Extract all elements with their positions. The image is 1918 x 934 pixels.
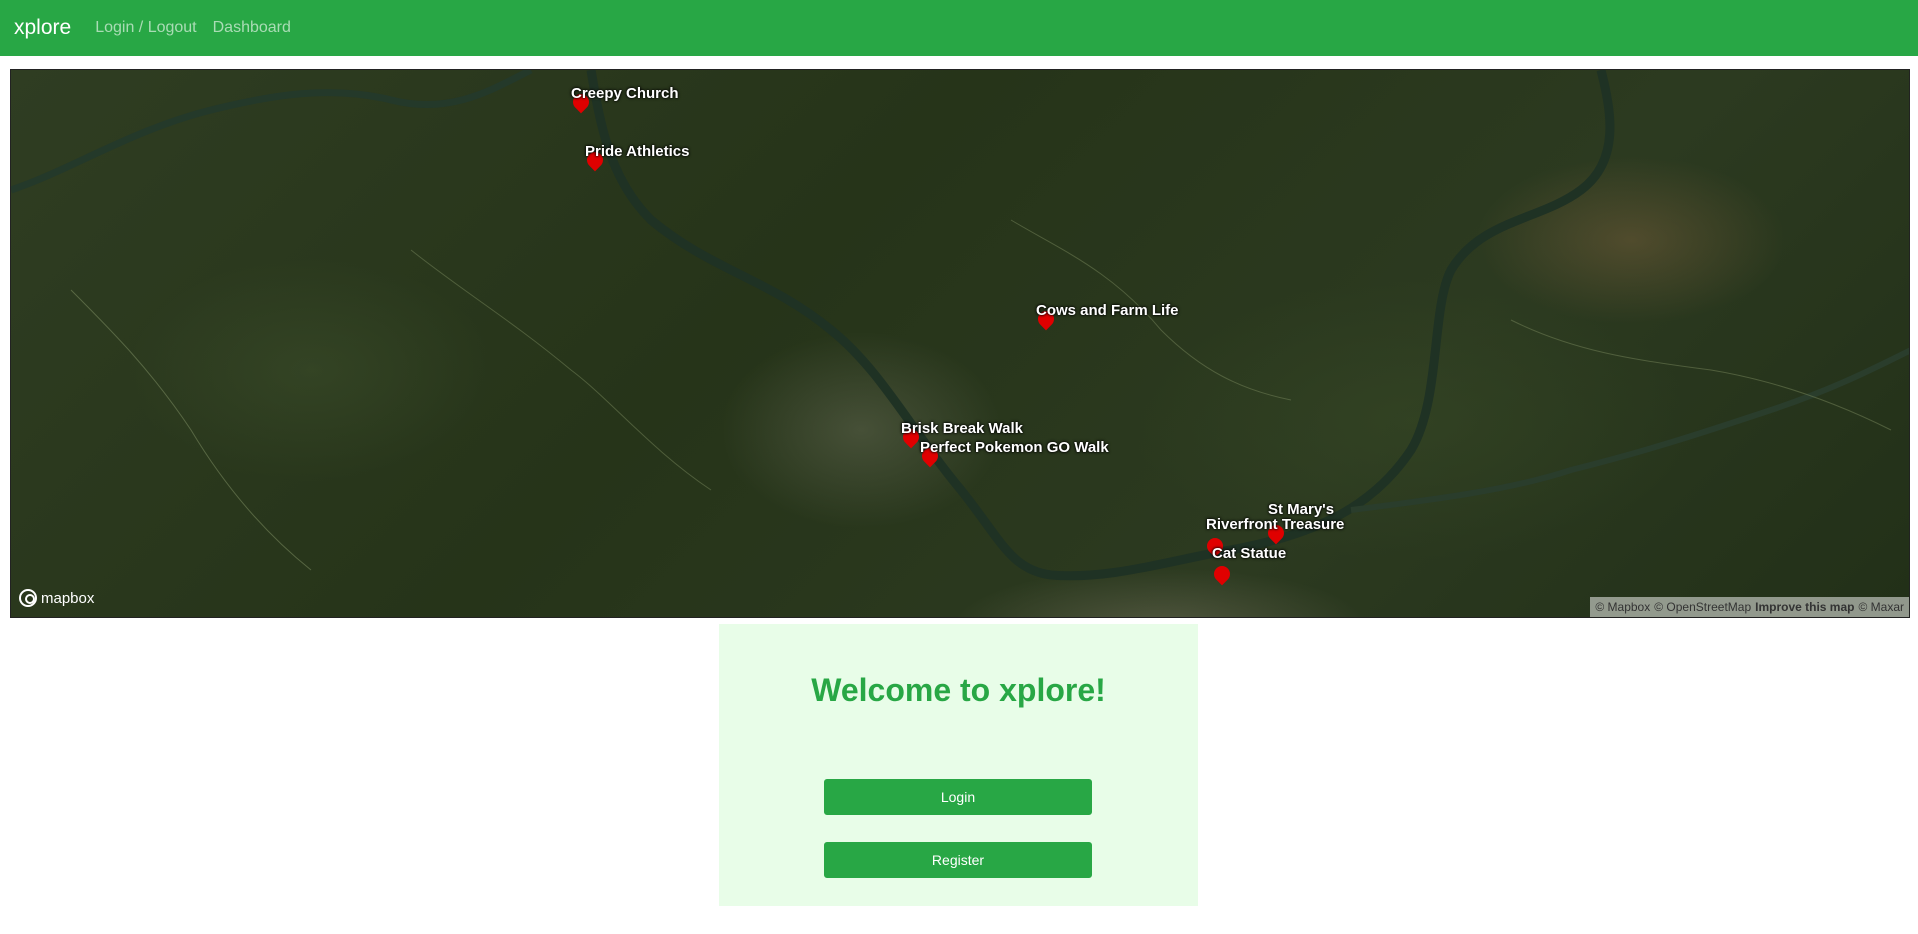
nav-link-dashboard[interactable]: Dashboard [213,19,291,37]
marker-label: Cat Statue [1212,545,1287,562]
navbar: xplore Login / Logout Dashboard [0,0,1918,56]
marker-label: Perfect Pokemon GO Walk [920,439,1109,456]
marker-label: Cows and Farm Life [1036,302,1179,319]
improve-map-link[interactable]: Improve this map [1755,600,1854,614]
register-button[interactable]: Register [824,842,1092,878]
login-button[interactable]: Login [824,779,1092,815]
mapbox-logo-text: mapbox [41,589,95,607]
map-view[interactable]: Creepy Church Pride Athletics Cows and F… [10,69,1910,618]
mapbox-logo[interactable]: mapbox [19,589,94,607]
map-attribution: © Mapbox © OpenStreetMap Improve this ma… [1590,597,1909,617]
marker-label: Pride Athletics [585,143,690,160]
marker-label: Riverfront Treasure [1206,516,1345,533]
marker-label: Brisk Break Walk [901,420,1024,437]
attribution-mapbox[interactable]: © Mapbox [1595,600,1650,614]
attribution-maxar[interactable]: © Maxar [1858,600,1904,614]
marker-label: Creepy Church [571,85,679,102]
welcome-title: Welcome to xplore! [811,672,1106,708]
brand-logo[interactable]: xplore [14,16,71,40]
mapbox-icon [19,589,37,607]
map-terrain [11,70,1909,581]
attribution-osm[interactable]: © OpenStreetMap [1654,600,1751,614]
welcome-card: Welcome to xplore! Login Register [719,624,1198,906]
nav-link-login-logout[interactable]: Login / Logout [95,19,196,37]
